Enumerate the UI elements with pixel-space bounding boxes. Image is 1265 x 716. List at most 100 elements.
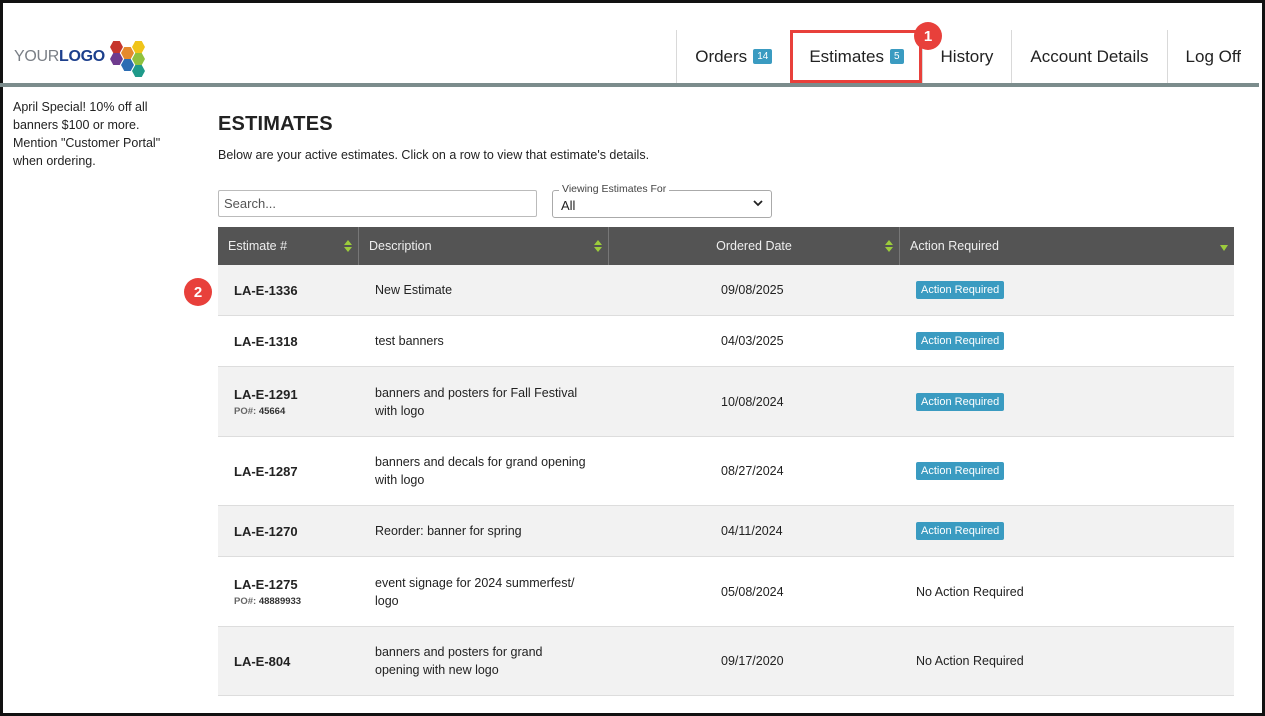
logo-wordmark: YOURLOGO bbox=[14, 48, 105, 66]
description-text: test banners bbox=[375, 334, 444, 348]
logo-hex-green-icon bbox=[132, 53, 145, 65]
table-row[interactable]: LA-E-1275 PO#: 48889933 event signage fo… bbox=[218, 557, 1234, 627]
estimate-number: LA-E-1291 bbox=[234, 386, 298, 402]
estimate-cell: LA-E-1270 bbox=[218, 506, 359, 556]
page-title: ESTIMATES bbox=[218, 113, 333, 135]
column-header-action-required[interactable]: Action Required bbox=[900, 227, 1234, 265]
column-header-description[interactable]: Description bbox=[359, 227, 609, 265]
column-label: Description bbox=[369, 239, 432, 253]
date-cell: 08/27/2024 bbox=[609, 437, 900, 505]
ordered-date: 04/03/2025 bbox=[721, 334, 784, 348]
header-divider-bar bbox=[0, 83, 1259, 87]
description-cell: New Estimate bbox=[359, 265, 609, 315]
ordered-date: 09/17/2020 bbox=[721, 654, 784, 668]
annotation-marker-2: 2 bbox=[184, 278, 212, 306]
estimate-cell: LA-E-1291 PO#: 45664 bbox=[218, 367, 359, 436]
po-value: 48889933 bbox=[258, 595, 302, 607]
action-cell: Action Required bbox=[900, 367, 1234, 436]
sort-descending-icon bbox=[1220, 245, 1228, 251]
action-required-badge: Action Required bbox=[916, 462, 1005, 480]
estimate-number: LA-E-1318 bbox=[234, 333, 298, 349]
page-intro: Below are your active estimates. Click o… bbox=[218, 148, 650, 162]
date-cell: 10/08/2024 bbox=[609, 367, 900, 436]
po-label: PO#: bbox=[234, 595, 257, 607]
table-row[interactable]: LA-E-804 banners and posters for grand o… bbox=[218, 627, 1234, 696]
description-text: event signage for 2024 summerfest/ logo bbox=[375, 575, 575, 608]
estimate-number: LA-E-1336 bbox=[234, 282, 298, 298]
description-cell: event signage for 2024 summerfest/ logo bbox=[359, 557, 609, 626]
sort-icon bbox=[594, 240, 602, 252]
logo-hex-red-icon bbox=[110, 41, 123, 53]
date-cell: 04/11/2024 bbox=[609, 506, 900, 556]
logo-your-text: YOUR bbox=[14, 48, 60, 65]
description-text: Reorder: banner for spring bbox=[375, 524, 522, 538]
nav-account-details[interactable]: Account Details bbox=[1011, 30, 1166, 83]
description-cell: banners and posters for grand opening wi… bbox=[359, 627, 609, 695]
viewing-estimates-select[interactable]: Viewing Estimates For All bbox=[552, 183, 772, 218]
estimate-number: LA-E-804 bbox=[234, 653, 291, 669]
logo-logo-text: LOGO bbox=[59, 48, 105, 65]
no-action-text: No Action Required bbox=[916, 654, 1024, 668]
table-row[interactable]: LA-E-1270 Reorder: banner for spring 04/… bbox=[218, 506, 1234, 557]
table-row[interactable]: LA-E-1318 test banners 04/03/2025 Action… bbox=[218, 316, 1234, 367]
estimate-number: LA-E-1287 bbox=[234, 463, 298, 479]
table-row[interactable]: LA-E-1336 New Estimate 09/08/2025 Action… bbox=[218, 265, 1234, 316]
sort-icon bbox=[344, 240, 352, 252]
date-cell: 04/03/2025 bbox=[609, 316, 900, 366]
description-text: banners and posters for Fall Festival wi… bbox=[375, 385, 578, 418]
nav-log-off-label: Log Off bbox=[1185, 46, 1241, 66]
po-value: 45664 bbox=[258, 405, 286, 417]
description-text: New Estimate bbox=[375, 283, 453, 297]
column-label: Action Required bbox=[910, 239, 999, 253]
ordered-date: 10/08/2024 bbox=[721, 394, 784, 409]
estimate-number: LA-E-1270 bbox=[234, 523, 298, 539]
action-required-badge: Action Required bbox=[916, 522, 1005, 540]
nav-orders[interactable]: Orders 14 bbox=[676, 30, 790, 83]
action-cell: Action Required bbox=[900, 265, 1234, 315]
ordered-date: 08/27/2024 bbox=[721, 464, 784, 478]
ordered-date: 05/08/2024 bbox=[721, 584, 784, 599]
description-text: banners and posters for grand opening wi… bbox=[375, 645, 543, 677]
site-header: YOURLOGO Orders 14 Estimates 5 History A… bbox=[0, 30, 1259, 87]
logo-hex-orange-icon bbox=[121, 47, 134, 59]
date-cell: 09/17/2020 bbox=[609, 627, 900, 695]
select-legend: Viewing Estimates For bbox=[559, 183, 670, 195]
no-action-text: No Action Required bbox=[916, 584, 1024, 599]
po-number: PO#: 45664 bbox=[234, 406, 359, 417]
date-cell: 05/08/2024 bbox=[609, 557, 900, 626]
column-header-ordered-date[interactable]: Ordered Date bbox=[609, 227, 900, 265]
top-nav: Orders 14 Estimates 5 History Account De… bbox=[676, 30, 1259, 83]
column-header-estimate[interactable]: Estimate # bbox=[218, 227, 359, 265]
logo-hex-blue-icon bbox=[121, 59, 134, 71]
nav-log-off[interactable]: Log Off bbox=[1166, 30, 1259, 83]
ordered-date: 09/08/2025 bbox=[721, 283, 784, 297]
description-cell: banners and decals for grand opening wit… bbox=[359, 437, 609, 505]
promo-text: April Special! 10% off all banners $100 … bbox=[13, 100, 161, 168]
po-label: PO#: bbox=[234, 405, 257, 417]
ordered-date: 04/11/2024 bbox=[721, 524, 783, 538]
estimate-cell: LA-E-1287 bbox=[218, 437, 359, 505]
estimate-number: LA-E-1275 bbox=[234, 576, 298, 592]
table-row[interactable]: LA-E-1291 PO#: 45664 banners and posters… bbox=[218, 367, 1234, 437]
company-logo[interactable]: YOURLOGO bbox=[14, 36, 145, 80]
nav-history-label: History bbox=[940, 46, 994, 66]
nav-orders-label: Orders bbox=[695, 46, 748, 66]
search-input[interactable] bbox=[218, 190, 537, 217]
annotation-marker-1: 1 bbox=[914, 22, 942, 50]
chevron-down-icon bbox=[753, 200, 763, 207]
action-cell: No Action Required bbox=[900, 627, 1234, 695]
estimate-cell: LA-E-1275 PO#: 48889933 bbox=[218, 557, 359, 626]
description-cell: test banners bbox=[359, 316, 609, 366]
table-header: Estimate # Description Ordered Date Acti… bbox=[218, 227, 1234, 265]
description-text: banners and decals for grand opening wit… bbox=[375, 455, 586, 487]
action-required-badge: Action Required bbox=[916, 332, 1005, 350]
estimate-cell: LA-E-804 bbox=[218, 627, 359, 695]
estimate-cell: LA-E-1336 bbox=[218, 265, 359, 315]
estimate-cell: LA-E-1318 bbox=[218, 316, 359, 366]
date-cell: 09/08/2025 bbox=[609, 265, 900, 315]
action-cell: No Action Required bbox=[900, 557, 1234, 626]
description-cell: Reorder: banner for spring bbox=[359, 506, 609, 556]
nav-estimates[interactable]: Estimates 5 bbox=[790, 30, 922, 83]
action-cell: Action Required bbox=[900, 506, 1234, 556]
table-row[interactable]: LA-E-1287 banners and decals for grand o… bbox=[218, 437, 1234, 506]
